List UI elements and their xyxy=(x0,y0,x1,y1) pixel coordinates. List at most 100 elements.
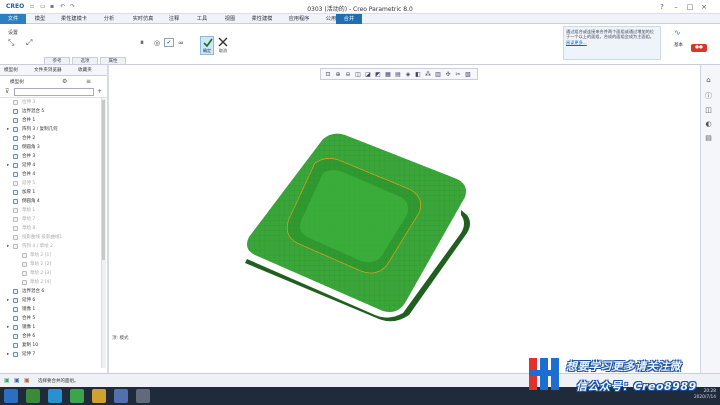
save-icon[interactable]: ▪ xyxy=(50,4,56,10)
redo-icon[interactable]: ↷ xyxy=(70,4,76,10)
add-icon[interactable]: + xyxy=(97,88,102,95)
perspective-icon[interactable]: ◈ xyxy=(404,71,412,79)
menu-item[interactable]: 柔性建模 xyxy=(248,14,276,24)
tree-item[interactable]: ▸ 延伸 7 xyxy=(0,350,102,359)
maximize-icon[interactable]: □ xyxy=(684,2,696,12)
tree-item[interactable]: 延伸 5 xyxy=(0,179,102,188)
tree-item[interactable]: 草绘 2 [4] xyxy=(0,278,102,287)
tree-filter-icon[interactable]: ⚙ xyxy=(62,78,67,85)
folder-icon[interactable] xyxy=(92,389,106,403)
expand-arrow-icon[interactable]: ▸ xyxy=(7,242,9,251)
tab-folder-browser[interactable]: 文件夹浏览器 xyxy=(34,67,74,75)
glasses-icon[interactable]: ∞ xyxy=(178,39,184,47)
tree-item[interactable]: 合并 2 xyxy=(0,134,102,143)
wave-icon[interactable]: ∿ xyxy=(674,28,681,37)
wechat-icon[interactable] xyxy=(70,389,84,403)
menu-item[interactable]: 注释 xyxy=(164,14,184,24)
tab-options[interactable]: 选项 xyxy=(72,57,98,65)
expand-arrow-icon[interactable]: ▸ xyxy=(7,125,9,134)
preview-icon[interactable]: ◎ xyxy=(154,39,160,47)
minimize-icon[interactable]: – xyxy=(670,2,682,12)
tree-settings-icon[interactable]: ≡ xyxy=(86,78,91,85)
tree-item[interactable]: ▸ 延伸 4 xyxy=(0,161,102,170)
menu-item[interactable]: 工具 xyxy=(192,14,212,24)
tree-item[interactable]: 倒圆角 4 xyxy=(0,197,102,206)
tree-item[interactable]: 合并 6 xyxy=(0,332,102,341)
tree-item[interactable]: 边界混合 6 xyxy=(0,287,102,296)
appearance-gallery-icon[interactable]: ◐ xyxy=(704,120,713,129)
notification-badge[interactable]: ●● xyxy=(691,44,707,52)
tree-item[interactable]: ▸ 阵列 3 / 复制几何 xyxy=(0,125,102,134)
info-icon[interactable]: ⓘ xyxy=(704,92,713,101)
tree-scroll-thumb[interactable] xyxy=(102,100,105,260)
merge-option-icon[interactable]: ⤡ xyxy=(8,38,14,48)
tree-item[interactable]: 投影曲线 投影曲线1 xyxy=(0,233,102,242)
view-manager-icon[interactable]: ▤ xyxy=(394,71,402,79)
menu-item[interactable]: 实时仿真 xyxy=(128,14,158,24)
tree-item[interactable]: ▸ 延伸 6 xyxy=(0,296,102,305)
expand-arrow-icon[interactable]: ▸ xyxy=(7,350,9,359)
home-icon[interactable]: ⌂ xyxy=(704,76,713,85)
pause-icon[interactable]: ⏸ xyxy=(140,38,144,48)
tree-item[interactable]: 草绘 7 xyxy=(0,215,102,224)
new-icon[interactable]: ▫ xyxy=(30,4,36,10)
appearance-icon[interactable]: ▧ xyxy=(464,71,472,79)
merge-option-icon[interactable]: ⤢ xyxy=(26,38,32,48)
tree-item[interactable]: 草绘 2 [2] xyxy=(0,260,102,269)
creo-taskbar-icon[interactable] xyxy=(26,389,40,403)
tree-item[interactable]: 倒圆角 3 xyxy=(0,143,102,152)
tree-item[interactable]: 镜像 1 xyxy=(0,305,102,314)
tree-item[interactable]: 合并 4 xyxy=(0,170,102,179)
tree-item[interactable]: 合并 3 xyxy=(0,152,102,161)
document-icon[interactable]: ▤ xyxy=(704,134,713,143)
status-icon[interactable]: ▣ xyxy=(4,377,10,384)
tree-item[interactable]: 合并 5 xyxy=(0,314,102,323)
app-icon[interactable] xyxy=(114,389,128,403)
orient-icon[interactable]: ◪ xyxy=(364,71,372,79)
read-more-link[interactable]: 阅读更多... xyxy=(566,40,587,45)
status-icon[interactable]: ▣ xyxy=(24,377,30,384)
menu-item[interactable]: 应用程序 xyxy=(284,14,314,24)
tree-item[interactable]: 复制 10 xyxy=(0,341,102,350)
repaint-icon[interactable]: ◫ xyxy=(354,71,362,79)
status-icon[interactable]: ▣ xyxy=(14,377,20,384)
tab-properties[interactable]: 属性 xyxy=(100,57,126,65)
datum-display-icon[interactable]: ⁂ xyxy=(424,71,432,79)
menu-item[interactable]: 柔性建模卡 xyxy=(58,14,90,24)
graphics-viewport[interactable] xyxy=(109,65,687,373)
app-icon[interactable] xyxy=(136,389,150,403)
tree-item[interactable]: 草绘 2 [3] xyxy=(0,269,102,278)
ie-icon[interactable] xyxy=(48,389,62,403)
menu-item-active[interactable]: 合并 xyxy=(336,14,362,24)
start-icon[interactable] xyxy=(4,389,18,403)
verify-icon[interactable]: ✓ xyxy=(164,38,174,47)
scissors-icon[interactable]: ✂ xyxy=(454,71,462,79)
tab-model-tree[interactable]: 模型树 xyxy=(4,67,30,75)
menu-item[interactable]: 模型 xyxy=(30,14,50,24)
section-icon[interactable]: ◧ xyxy=(414,71,422,79)
tree-item[interactable]: 草绘 2 [1] xyxy=(0,251,102,260)
tree-item[interactable]: ▸ 阵列 4 / 草绘 2 xyxy=(0,242,102,251)
expand-arrow-icon[interactable]: ▸ xyxy=(7,296,9,305)
tab-favorites[interactable]: 收藏夹 xyxy=(78,67,104,75)
menu-file[interactable]: 文件 xyxy=(0,14,26,24)
saved-views-icon[interactable]: ▦ xyxy=(384,71,392,79)
tree-item[interactable]: 草绘 8 xyxy=(0,224,102,233)
help-icon[interactable]: ? xyxy=(656,2,668,12)
display-style-icon[interactable]: ◩ xyxy=(374,71,382,79)
tree-item[interactable]: 合并 1 xyxy=(0,116,102,125)
annotation-icon[interactable]: ▥ xyxy=(434,71,442,79)
tree-item[interactable]: 加厚 1 xyxy=(0,188,102,197)
menu-item[interactable]: 分析 xyxy=(98,14,120,24)
close-icon[interactable]: × xyxy=(698,2,710,12)
basic-label[interactable]: 基本 xyxy=(674,42,683,48)
tab-references[interactable]: 参考 xyxy=(44,57,70,65)
open-icon[interactable]: ▭ xyxy=(40,4,46,10)
filter-icon[interactable]: ⊽ xyxy=(5,88,9,95)
refit-icon[interactable]: ⊡ xyxy=(324,71,332,79)
zoom-out-icon[interactable]: ⊖ xyxy=(344,71,352,79)
tree-search-input[interactable] xyxy=(14,88,94,96)
menu-item[interactable]: 视图 xyxy=(220,14,240,24)
undo-icon[interactable]: ↶ xyxy=(60,4,66,10)
layers-icon[interactable]: ◫ xyxy=(704,106,713,115)
